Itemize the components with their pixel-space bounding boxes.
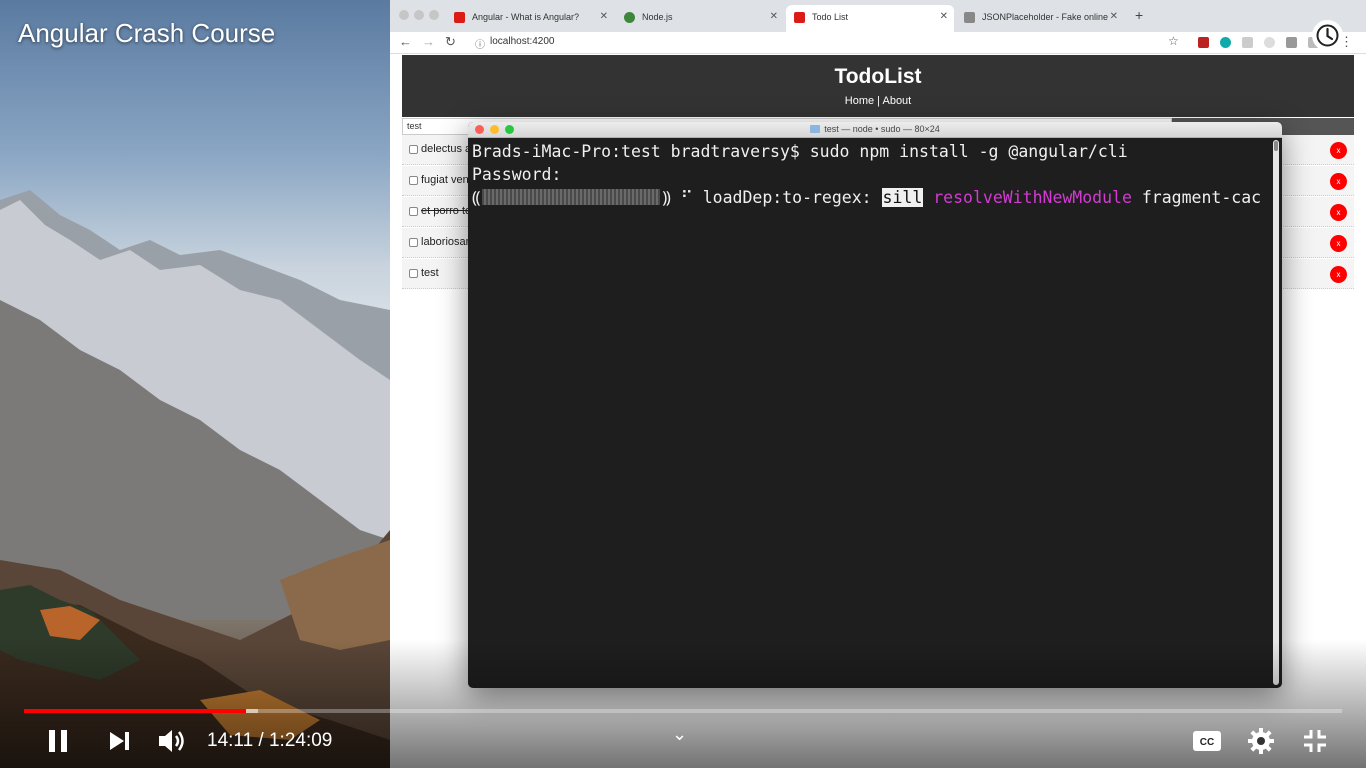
delete-todo-button[interactable]: x	[1330, 173, 1347, 190]
browser-toolbar: ← → ↻ ⓘ localhost:4200 ☆ ⋮	[390, 32, 1366, 54]
info-icon: ⓘ	[475, 40, 485, 51]
pause-button[interactable]	[46, 728, 72, 759]
next-button[interactable]	[108, 730, 132, 757]
captions-button[interactable]: CC	[1192, 729, 1222, 758]
app-header: TodoList Home | About	[402, 55, 1354, 117]
terminal-title-text: test — node • sudo — 80×24	[824, 124, 940, 134]
bookmark-star-icon[interactable]: ☆	[1168, 34, 1179, 48]
tab-label: Angular - What is Angular?	[472, 12, 580, 22]
todo-checkbox[interactable]	[409, 176, 418, 185]
folder-icon	[810, 125, 821, 133]
json-icon	[964, 12, 975, 23]
settings-button[interactable]	[1247, 727, 1275, 760]
todo-checkbox[interactable]	[409, 207, 418, 216]
close-tab-icon[interactable]: ✕	[600, 11, 608, 22]
browser-tab[interactable]: JSONPlaceholder - Fake online ✕	[956, 5, 1124, 32]
close-tab-icon[interactable]: ✕	[1110, 11, 1118, 22]
terminal-line: Password:	[472, 165, 562, 184]
clock-icon	[1316, 24, 1339, 47]
close-tab-icon[interactable]: ✕	[940, 11, 948, 22]
exit-fullscreen-button[interactable]	[1302, 728, 1328, 759]
extension-icon[interactable]	[1198, 37, 1209, 48]
close-tab-icon[interactable]: ✕	[770, 11, 778, 22]
chevron-down-icon[interactable]: ⌄	[672, 724, 687, 745]
gear-icon	[1248, 728, 1274, 754]
log-message: fragment-cac	[1131, 188, 1262, 207]
scrollbar-thumb[interactable]	[1274, 141, 1278, 151]
seek-bar-played	[24, 709, 247, 713]
extension-icon[interactable]	[1220, 37, 1231, 48]
tab-label: Node.js	[642, 12, 673, 22]
extension-icon[interactable]	[1286, 37, 1297, 48]
time-separator: /	[253, 730, 269, 751]
terminal-scrollbar[interactable]	[1273, 140, 1279, 685]
angular-icon	[794, 12, 805, 23]
window-zoom-dot[interactable]	[429, 10, 439, 20]
todo-checkbox[interactable]	[409, 269, 418, 278]
skip-next-icon	[110, 732, 129, 750]
pause-icon	[49, 730, 67, 752]
extension-icon[interactable]	[1264, 37, 1275, 48]
nav-about-link[interactable]: About	[882, 95, 911, 107]
terminal-window[interactable]: test — node • sudo — 80×24 Brads-iMac-Pr…	[468, 122, 1282, 688]
seek-bar[interactable]	[24, 709, 1342, 713]
tab-label: Todo List	[812, 12, 849, 22]
nav-home-link[interactable]: Home	[845, 95, 874, 107]
terminal-output[interactable]: Brads-iMac-Pro:test bradtraversy$ sudo n…	[472, 140, 1268, 686]
new-tab-button[interactable]: +	[1135, 7, 1143, 23]
delete-todo-button[interactable]: x	[1330, 235, 1347, 252]
delete-todo-button[interactable]: x	[1330, 266, 1347, 283]
nodejs-icon	[624, 12, 635, 23]
delete-todo-button[interactable]: x	[1330, 204, 1347, 221]
progress-open-bracket: ⸨	[472, 188, 481, 207]
browser-tab-bar: Angular - What is Angular? ✕ Node.js ✕ T…	[390, 0, 1366, 32]
time-current: 14:11	[207, 730, 254, 751]
window-minimize-dot[interactable]	[414, 10, 424, 20]
log-level-sill: sill	[881, 188, 924, 207]
forward-arrow-icon[interactable]: →	[422, 34, 435, 49]
video-title[interactable]: Angular Crash Course	[18, 18, 275, 49]
terminal-title: test — node • sudo — 80×24	[468, 124, 1282, 134]
browser-tab[interactable]: Angular - What is Angular? ✕	[446, 5, 614, 32]
reload-icon[interactable]: ↻	[445, 34, 456, 50]
terminal-line: Brads-iMac-Pro:test bradtraversy$ sudo n…	[472, 142, 1128, 161]
controls-gradient	[0, 640, 1366, 768]
app-nav: Home | About	[402, 95, 1354, 107]
delete-todo-button[interactable]: x	[1330, 142, 1347, 159]
volume-icon	[159, 730, 184, 752]
window-close-dot[interactable]	[399, 10, 409, 20]
url-text: localhost:4200	[490, 36, 555, 47]
cc-icon: CC	[1193, 731, 1221, 751]
exit-fullscreen-icon	[1304, 730, 1326, 752]
time-total: 1:24:09	[268, 730, 333, 751]
extension-icon[interactable]	[1242, 37, 1253, 48]
volume-button[interactable]	[157, 727, 189, 760]
app-title: TodoList	[834, 65, 922, 88]
cc-icon-label: CC	[1200, 737, 1214, 748]
browser-tab-active[interactable]: Todo List ✕	[786, 5, 954, 32]
todo-title: test	[421, 267, 439, 279]
time-display: 14:11 / 1:24:09	[207, 730, 332, 752]
terminal-title-bar[interactable]: test — node • sudo — 80×24	[468, 122, 1282, 138]
address-bar[interactable]: ⓘ localhost:4200	[466, 34, 1186, 51]
watch-later-button[interactable]	[1312, 20, 1343, 51]
add-todo-input-value: test	[407, 121, 422, 131]
angular-icon	[454, 12, 465, 23]
terminal-line: ⸨ ⸩ ⠋ loadDep:to-regex: sill resolveWithN…	[472, 186, 1261, 209]
todo-checkbox[interactable]	[409, 238, 418, 247]
log-event-name: resolveWithNewModule	[933, 188, 1132, 207]
tab-label: JSONPlaceholder - Fake online	[982, 12, 1109, 22]
todo-checkbox[interactable]	[409, 145, 418, 154]
back-arrow-icon[interactable]: ←	[399, 34, 412, 49]
progress-status: ⸩ ⠋ loadDep:to-regex:	[662, 188, 882, 207]
npm-progress-bar	[482, 189, 661, 205]
browser-tab[interactable]: Node.js ✕	[616, 5, 784, 32]
video-player[interactable]: Angular - What is Angular? ✕ Node.js ✕ T…	[0, 0, 1366, 768]
